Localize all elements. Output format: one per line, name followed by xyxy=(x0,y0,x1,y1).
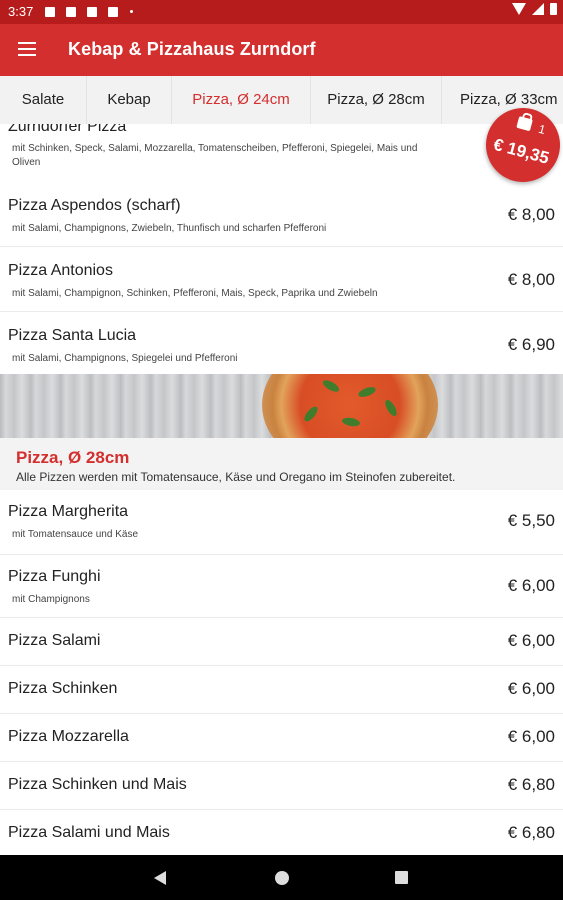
back-icon[interactable] xyxy=(154,871,166,885)
list-item[interactable]: Pizza Salami € 6,00 xyxy=(0,618,563,666)
list-item[interactable]: Pizza Antonios mit Salami, Champignon, S… xyxy=(0,247,563,312)
list-item[interactable]: Pizza Mozzarella € 6,00 xyxy=(0,714,563,762)
menu-icon[interactable] xyxy=(18,42,36,56)
item-price: € 6,00 xyxy=(507,576,555,595)
recents-icon[interactable] xyxy=(395,871,408,884)
tab-kebap[interactable]: Kebap xyxy=(87,76,172,124)
cart-icon xyxy=(516,116,533,132)
item-price: € 8,00 xyxy=(507,205,555,224)
status-icons xyxy=(512,3,557,15)
list-item[interactable]: Pizza Schinken und Mais € 6,80 xyxy=(0,762,563,810)
category-tabs: Salate Kebap Pizza, Ø 24cm Pizza, Ø 28cm… xyxy=(0,76,563,125)
item-name: Pizza Mozzarella xyxy=(8,728,129,745)
navigation-bar xyxy=(0,855,563,900)
list-item[interactable]: Pizza Aspendos (scharf) mit Salami, Cham… xyxy=(0,182,563,247)
app-title: Kebap & Pizzahaus Zurndorf xyxy=(68,39,316,59)
item-price: € 6,00 xyxy=(507,631,555,650)
item-price: € 6,00 xyxy=(507,679,555,698)
item-price: € 6,80 xyxy=(507,775,555,794)
section-banner-image xyxy=(0,374,563,438)
item-name: Pizza Schinken und Mais xyxy=(8,776,187,793)
item-name: Pizza Salami und Mais xyxy=(8,824,170,841)
item-price: € 5,50 xyxy=(507,511,555,530)
item-description: mit Salami, Champignons, Spiegelei und P… xyxy=(12,353,238,364)
app-bar: Kebap & Pizzahaus Zurndorf xyxy=(0,24,563,76)
list-item[interactable]: Pizza Santa Lucia mit Salami, Champignon… xyxy=(0,312,563,374)
item-description: mit Champignons xyxy=(12,594,90,605)
item-description: mit Salami, Champignons, Zwiebeln, Thunf… xyxy=(12,223,327,234)
wifi-icon xyxy=(512,3,526,15)
list-item[interactable]: Pizza Margherita mit Tomatensauce und Kä… xyxy=(0,490,563,555)
item-description: mit Schinken, Speck, Salami, Mozzarella,… xyxy=(12,143,418,168)
status-time: 3:37 xyxy=(8,4,34,19)
item-description: mit Salami, Champignon, Schinken, Pfeffe… xyxy=(12,288,378,299)
item-name: Pizza Santa Lucia xyxy=(8,327,137,344)
section-header: Pizza, Ø 28cm Alle Pizzen werden mit Tom… xyxy=(0,438,563,490)
list-item[interactable]: Pizza Salami und Mais € 6,80 xyxy=(0,810,563,855)
cart-total: € 19,35 xyxy=(491,134,552,168)
signal-icon xyxy=(532,3,544,15)
list-item[interactable]: Pizza Funghi mit Champignons € 6,00 xyxy=(0,555,563,618)
item-price: € 8,00 xyxy=(507,270,555,289)
section-title: Pizza, Ø 28cm xyxy=(16,448,130,467)
item-name: Pizza Aspendos (scharf) xyxy=(8,197,181,214)
item-name: Pizza Margherita xyxy=(8,503,129,520)
item-name: Pizza Antonios xyxy=(8,262,113,279)
item-price: € 6,00 xyxy=(507,727,555,746)
notification-icon xyxy=(45,7,55,17)
item-name: Pizza Salami xyxy=(8,632,101,649)
item-price: € 6,90 xyxy=(507,335,555,354)
cart-count: 1 xyxy=(536,121,548,138)
status-bar: 3:37 xyxy=(0,0,563,24)
section-description: Alle Pizzen werden mit Tomatensauce, Käs… xyxy=(16,470,456,484)
menu-list: Zurndorfer Pizza mit Schinken, Speck, Sa… xyxy=(0,124,563,855)
list-item[interactable]: Pizza Schinken € 6,00 xyxy=(0,666,563,714)
home-icon[interactable] xyxy=(275,871,289,885)
tab-pizza-28[interactable]: Pizza, Ø 28cm xyxy=(311,76,442,124)
notification-icon xyxy=(66,7,76,17)
notification-icon xyxy=(108,7,118,17)
item-name: Pizza Funghi xyxy=(8,568,101,585)
item-name: Pizza Schinken xyxy=(8,680,118,697)
battery-icon xyxy=(550,3,557,15)
pizza-image xyxy=(262,374,438,438)
item-name: Zurndorfer Pizza xyxy=(8,124,127,135)
item-price: € 6,80 xyxy=(507,823,555,842)
item-description: mit Tomatensauce und Käse xyxy=(12,529,139,540)
tab-pizza-24[interactable]: Pizza, Ø 24cm xyxy=(172,76,311,124)
list-item[interactable]: Zurndorfer Pizza mit Schinken, Speck, Sa… xyxy=(0,124,563,183)
notification-icon xyxy=(87,7,97,17)
tab-salate[interactable]: Salate xyxy=(0,76,87,124)
more-notifications-icon xyxy=(130,10,133,13)
